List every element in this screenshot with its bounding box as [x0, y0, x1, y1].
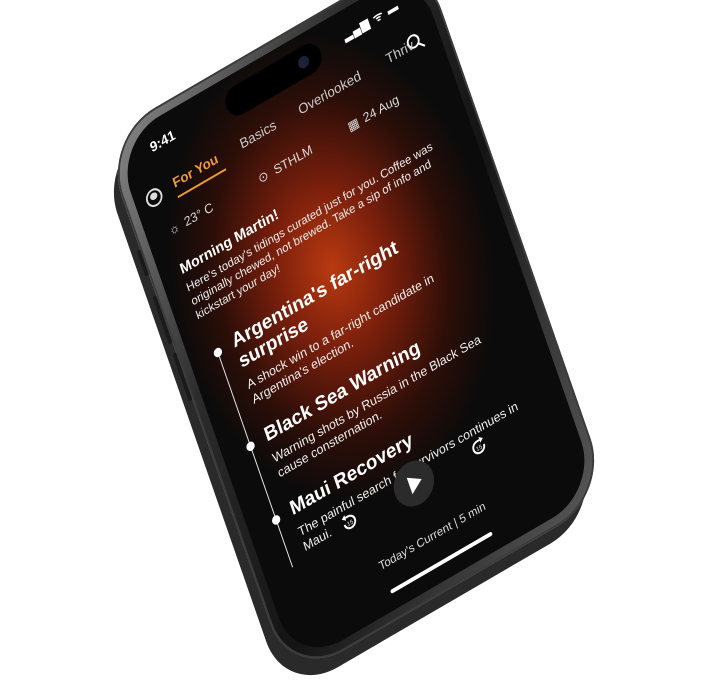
phone-frame: 9:41 ▂▄▆ ᯤ ▬ For You Basics Overlooked T… [101, 0, 611, 682]
timeline-dot [212, 346, 224, 359]
signal-wifi-battery-icon: ▂▄▆ ᯤ ▬ [341, 0, 401, 44]
front-camera [296, 53, 311, 71]
home-indicator[interactable] [390, 531, 493, 594]
sun-icon: ☼ [166, 218, 182, 239]
weather-label: 23° C [182, 199, 216, 230]
app-screen: 9:41 ▂▄▆ ᯤ ▬ For You Basics Overlooked T… [113, 0, 599, 668]
skip-forward-icon[interactable]: 15 [466, 431, 492, 462]
status-time: 9:41 [147, 126, 178, 156]
location-label: STHLM [271, 141, 315, 178]
timeline-dot [270, 513, 282, 527]
tab-thrive[interactable]: Thriv [384, 36, 416, 66]
action-button [136, 249, 149, 277]
location-pin-icon: ⊙ [256, 167, 271, 187]
timeline-dot [245, 439, 256, 453]
tab-basics[interactable]: Basics [238, 116, 279, 151]
date-label: 24 Aug [361, 91, 401, 126]
skip-back-icon[interactable]: 15 [337, 506, 363, 537]
calendar-icon: ▦ [345, 114, 361, 135]
